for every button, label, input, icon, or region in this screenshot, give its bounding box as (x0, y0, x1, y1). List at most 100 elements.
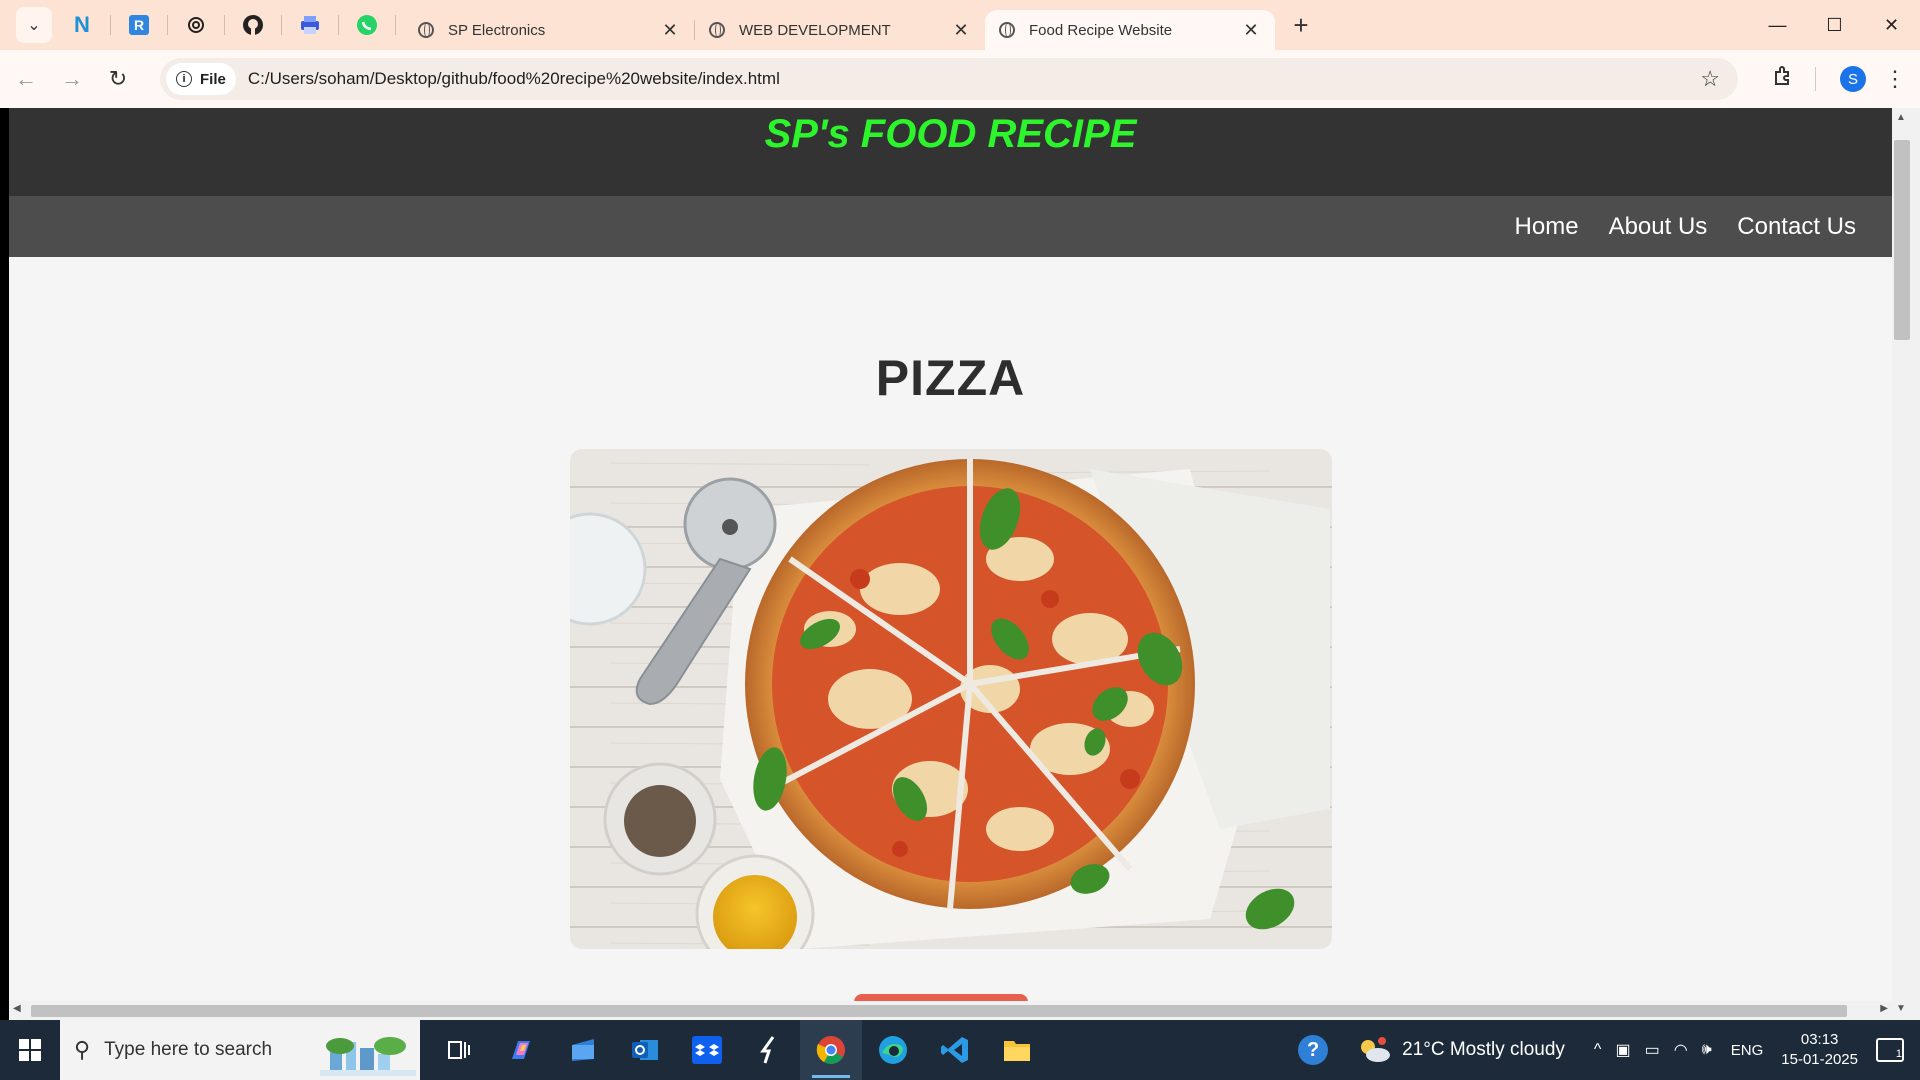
profile-avatar[interactable]: S (1840, 66, 1866, 92)
recipe-title: PIZZA (875, 350, 1026, 406)
url-text[interactable]: C:/Users/soham/Desktop/github/food%20rec… (248, 69, 780, 89)
globe-icon (999, 22, 1015, 38)
tab-title: SP Electronics (448, 21, 546, 39)
forward-button[interactable]: → (52, 59, 92, 99)
globe-icon (709, 22, 725, 38)
arrow-left-icon: ← (15, 66, 37, 91)
maximize-icon[interactable]: ☐ (1806, 0, 1863, 50)
globe-icon (418, 22, 434, 38)
battery-icon[interactable]: ▭ (1645, 1040, 1660, 1060)
clock-date: 15-01-2025 (1781, 1051, 1858, 1068)
cloudy-icon (1361, 1037, 1391, 1062)
printer-app-icon[interactable] (290, 7, 330, 43)
minimize-icon[interactable]: — (1749, 0, 1806, 50)
pinned-divider (110, 15, 111, 35)
scrollbar-thumb[interactable] (31, 1005, 1847, 1017)
pinned-divider (395, 15, 396, 35)
toolbar-divider (1815, 67, 1816, 91)
edge-icon[interactable] (862, 1020, 924, 1080)
site-info-button[interactable]: i File (166, 63, 236, 95)
tab-title: Food Recipe Website (1029, 21, 1173, 39)
close-icon[interactable]: ✕ (660, 20, 680, 41)
clock[interactable]: 03:13 15-01-2025 (1781, 1030, 1858, 1070)
tab-sp-electronics[interactable]: SP Electronics ✕ (404, 10, 694, 50)
recipe-section: PIZZA (9, 257, 1892, 949)
taskbar-apps (428, 1020, 1048, 1080)
scroll-down-icon[interactable]: ▼ (1896, 1003, 1906, 1014)
copilot-icon[interactable] (490, 1020, 552, 1080)
chrome-icon[interactable] (800, 1020, 862, 1080)
weather-widget[interactable]: 21°C Mostly cloudy (1358, 1037, 1565, 1063)
app-bolt-icon[interactable] (738, 1020, 800, 1080)
kebab-menu-icon[interactable]: ⋮ (1880, 66, 1910, 92)
dropbox-icon[interactable] (676, 1020, 738, 1080)
pinned-tabs: N R (62, 7, 404, 43)
page-viewport: SP's FOOD RECIPE Home About Us Contact U… (9, 108, 1892, 1020)
bookmark-star-icon[interactable]: ☆ (1700, 66, 1720, 92)
tab-web-development[interactable]: WEB DEVELOPMENT ✕ (695, 10, 985, 50)
windows-logo-icon (19, 1039, 41, 1061)
arrow-right-icon: → (61, 66, 83, 91)
notion-icon[interactable]: N (62, 7, 102, 43)
extensions-icon[interactable] (1761, 65, 1805, 93)
scroll-up-icon[interactable]: ▲ (1896, 112, 1906, 123)
site-header: SP's FOOD RECIPE (9, 108, 1892, 196)
notification-icon[interactable]: 1 (1876, 1038, 1904, 1062)
reload-icon: ↻ (108, 66, 128, 91)
reload-button[interactable]: ↻ (98, 59, 138, 99)
vertical-scrollbar[interactable]: ▲ ▼ (1892, 108, 1920, 1020)
browser-toolbar: ← → ↻ i File C:/Users/soham/Desktop/gith… (0, 50, 1920, 108)
tab-title: WEB DEVELOPMENT (739, 21, 891, 39)
pinned-divider (281, 15, 282, 35)
window-controls: — ☐ ✕ (1749, 0, 1920, 50)
language-indicator[interactable]: ENG (1731, 1042, 1764, 1059)
weather-text: 21°C Mostly cloudy (1402, 1039, 1565, 1060)
start-button[interactable] (0, 1020, 60, 1080)
site-title: SP's FOOD RECIPE (764, 112, 1137, 156)
scrollbar-thumb[interactable] (1894, 140, 1910, 340)
site-info-label: File (200, 70, 226, 88)
outlook-icon[interactable] (614, 1020, 676, 1080)
pinned-divider (167, 15, 168, 35)
scroll-left-icon[interactable]: ◀ (13, 1003, 21, 1014)
tab-strip: ⌄ N R SP Electronics ✕ WEB DEVELOPMENT ✕… (0, 0, 1920, 50)
r-app-icon[interactable]: R (119, 7, 159, 43)
back-button[interactable]: ← (6, 59, 46, 99)
taskbar-search[interactable]: ⚲ Type here to search (60, 1020, 420, 1080)
close-icon[interactable]: ✕ (1241, 20, 1261, 41)
vscode-icon[interactable] (924, 1020, 986, 1080)
chevron-up-icon[interactable]: ^ (1594, 1041, 1602, 1059)
task-view-icon[interactable] (428, 1020, 490, 1080)
volume-icon[interactable]: 🕪 (1702, 1041, 1712, 1059)
close-window-icon[interactable]: ✕ (1863, 0, 1920, 50)
mail-app-icon[interactable] (552, 1020, 614, 1080)
tab-search-button[interactable]: ⌄ (16, 7, 52, 43)
github-icon[interactable] (233, 7, 273, 43)
wifi-icon[interactable]: ◠ (1674, 1040, 1688, 1060)
search-placeholder: Type here to search (104, 1039, 273, 1060)
scroll-right-icon[interactable]: ▶ (1880, 1003, 1888, 1014)
site-nav: Home About Us Contact Us (9, 196, 1892, 257)
pizza-photo (569, 449, 1332, 949)
system-tray: ? 21°C Mostly cloudy ^ ▣ ▭ ◠ 🕪 ENG 03:13… (1298, 1020, 1920, 1080)
nav-home-link[interactable]: Home (1515, 213, 1579, 241)
nav-contact-link[interactable]: Contact Us (1737, 213, 1856, 241)
horizontal-scrollbar[interactable]: ◀ ▶ (9, 1001, 1892, 1020)
help-icon[interactable]: ? (1298, 1035, 1329, 1065)
tab-food-recipe-website[interactable]: Food Recipe Website ✕ (985, 10, 1275, 50)
close-icon[interactable]: ✕ (951, 20, 971, 41)
notification-count: 1 (1895, 1048, 1902, 1060)
windows-taskbar: ⚲ Type here to search ? 21°C Mostly clou… (0, 1020, 1920, 1080)
pinned-divider (338, 15, 339, 35)
clock-time: 03:13 (1800, 1031, 1839, 1048)
address-bar[interactable]: i File C:/Users/soham/Desktop/github/foo… (160, 58, 1738, 100)
chevron-down-icon: ⌄ (27, 17, 41, 34)
new-tab-button[interactable]: + (1281, 10, 1321, 41)
file-explorer-icon[interactable] (986, 1020, 1048, 1080)
toolbar-right: S ⋮ (1761, 50, 1920, 108)
search-highlight-art (320, 1037, 416, 1076)
whatsapp-icon[interactable] (347, 7, 387, 43)
chatgpt-icon[interactable] (176, 7, 216, 43)
nav-about-link[interactable]: About Us (1609, 213, 1708, 241)
device-icon[interactable]: ▣ (1615, 1040, 1630, 1060)
